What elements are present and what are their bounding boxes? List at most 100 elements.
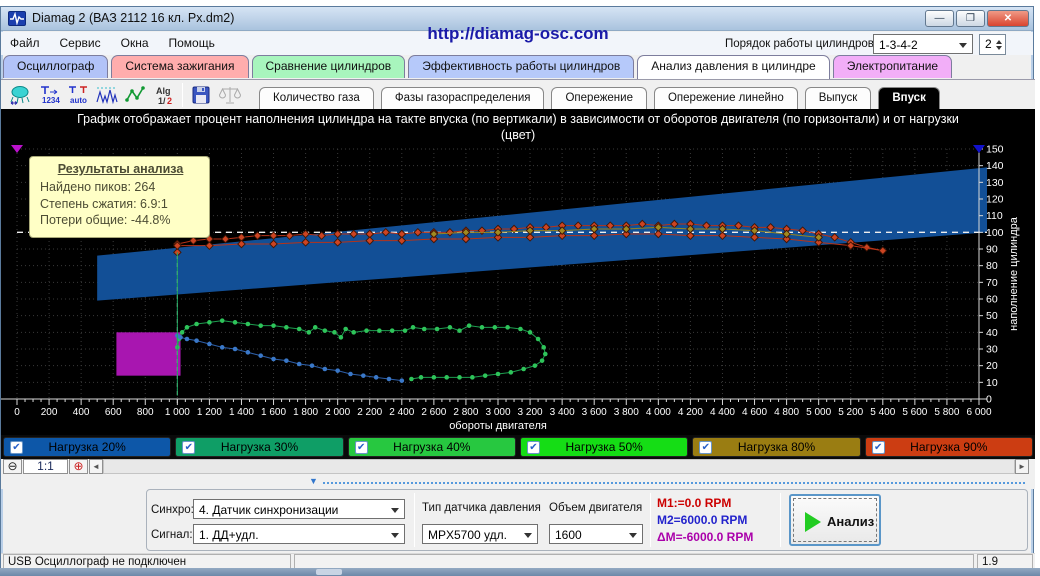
scroll-right-button[interactable]: ► (1015, 459, 1029, 474)
menu-item-0[interactable]: Файл (10, 36, 40, 55)
svg-text:20: 20 (986, 360, 998, 372)
svg-text:2 000: 2 000 (325, 407, 350, 418)
menu-item-1[interactable]: Сервис (60, 36, 101, 55)
marker-m2-readout: M2=6000.0 RPM (657, 513, 748, 527)
svg-text:2 200: 2 200 (357, 407, 382, 418)
subtab-1[interactable]: Фазы газораспределения (380, 87, 545, 110)
sync-value: 4. Датчик синхронизации (199, 503, 339, 517)
marker-m1-readout: M1:=0.0 RPM (657, 496, 732, 510)
svg-text:5 400: 5 400 (870, 407, 895, 418)
save-icon[interactable] (186, 82, 215, 107)
waveform-icon[interactable] (92, 82, 121, 107)
marker-m2-triangle[interactable] (973, 145, 985, 153)
zoom-in-button[interactable]: ⊕ (69, 459, 88, 474)
svg-text:2 400: 2 400 (389, 407, 414, 418)
pressure-sensor-label: Тип датчика давления (422, 502, 541, 514)
svg-text:2 600: 2 600 (421, 407, 446, 418)
svg-text:10: 10 (986, 377, 998, 389)
restore-button[interactable]: ❐ (956, 10, 985, 27)
scroll-left-button[interactable]: ◄ (89, 459, 103, 474)
app-window: Diamag 2 (ВАЗ 2112 16 кл. Px.dm2) — ❐ ✕ … (0, 6, 1035, 569)
svg-text:600: 600 (105, 407, 122, 418)
tab-4[interactable]: Анализ давления в цилиндре (637, 55, 830, 79)
tooltip-losses: Потери общие: -44.8% (40, 213, 171, 227)
minimize-button[interactable]: — (925, 10, 954, 27)
subtab-3[interactable]: Опережение линейно (653, 87, 798, 110)
cylinder-order-value: 1-3-4-2 (879, 38, 918, 52)
pressure-chart[interactable]: 0 200 400 600 800 1 000 1 200 1 400 1 600 1 800 2 … (1, 143, 1035, 435)
marker-slider-track[interactable] (323, 482, 1025, 484)
svg-text:5 800: 5 800 (934, 407, 959, 418)
legend-chip-1[interactable]: ✔ Нагрузка 30% (175, 437, 344, 457)
svg-text:70: 70 (986, 277, 998, 289)
sync-label: Синхро: (151, 504, 194, 516)
chevron-down-icon (391, 533, 399, 542)
zoom-out-button[interactable]: ⊖ (3, 459, 22, 474)
subtab-5[interactable]: Впуск (878, 87, 940, 110)
subtab-4[interactable]: Выпуск (804, 87, 872, 110)
legend-chip-2[interactable]: ✔ Нагрузка 40% (347, 437, 516, 457)
signal-value: 1. ДД+удл. (199, 528, 259, 542)
load-20-band (97, 167, 988, 301)
tab-2[interactable]: Сравнение цилиндров (251, 55, 406, 78)
signal-graph-icon[interactable] (121, 82, 150, 107)
marker-slider-thumb[interactable]: ▼ (309, 476, 318, 486)
status-version: 1.9 (977, 554, 1033, 569)
spin-down-icon[interactable] (995, 46, 1002, 53)
alg-icon[interactable]: Alg 1/2 (150, 82, 179, 107)
window-title: Diamag 2 (ВАЗ 2112 16 кл. Px.dm2) (32, 11, 235, 25)
legend-chip-0[interactable]: ✔ Нагрузка 20% (3, 437, 172, 457)
svg-text:60: 60 (986, 294, 998, 306)
scales-icon[interactable] (215, 82, 244, 107)
svg-text:30: 30 (986, 344, 998, 356)
menu-item-3[interactable]: Помощь (169, 36, 215, 55)
legend-chip-5[interactable]: ✔ Нагрузка 90% (864, 437, 1033, 457)
signal-select[interactable]: 1. ДД+удл. (193, 524, 405, 544)
cylinder-order-label: Порядок работы цилиндров (725, 38, 874, 50)
svg-text:auto: auto (70, 96, 87, 105)
subtab-0[interactable]: Количество газа (259, 87, 374, 110)
svg-text:40: 40 (986, 327, 998, 339)
menu-item-2[interactable]: Окна (121, 36, 149, 55)
svg-text:2: 2 (167, 96, 172, 106)
svg-text:800: 800 (137, 407, 154, 418)
engine-volume-select[interactable]: 1600 (549, 524, 643, 544)
taskbar-button[interactable] (316, 569, 342, 575)
auto-sync-icon[interactable]: auto (63, 82, 92, 107)
legend-label-2: Нагрузка 40% (393, 440, 471, 454)
svg-text:200: 200 (41, 407, 58, 418)
svg-text:6 000: 6 000 (966, 407, 991, 418)
tab-5[interactable]: Электропитание (832, 55, 953, 78)
tab-1[interactable]: Система зажигания (111, 55, 249, 78)
svg-text:0: 0 (14, 407, 20, 418)
selection-rect (116, 332, 181, 376)
subtab-2[interactable]: Опережение (551, 87, 647, 110)
scrollbar-track[interactable] (103, 459, 1015, 474)
tooltip-compression: Степень сжатия: 6.9:1 (40, 196, 168, 211)
svg-text:1 800: 1 800 (293, 407, 318, 418)
legend-chip-3[interactable]: ✔ Нагрузка 50% (519, 437, 689, 457)
pressure-sensor-select[interactable]: MPX5700 удл. (422, 524, 538, 544)
tooltip-title: Результаты анализа (57, 162, 184, 176)
svg-text:150: 150 (986, 144, 1004, 156)
sensor-icon[interactable] (5, 82, 34, 107)
description-line2: (цвет) (500, 128, 536, 142)
spin-up-icon[interactable] (995, 37, 1002, 44)
signal-label: Сигнал: (151, 529, 193, 541)
scale-indicator: 1:1 (23, 459, 68, 474)
group-separator (414, 493, 415, 547)
channel-spinner[interactable]: 2 (979, 34, 1006, 55)
close-button[interactable]: ✕ (987, 10, 1029, 27)
tab-3[interactable]: Эффективность работы цилиндров (408, 55, 635, 78)
svg-text:5 600: 5 600 (902, 407, 927, 418)
tab-0[interactable]: Осциллограф (3, 55, 109, 78)
sync-select[interactable]: 4. Датчик синхронизации (193, 499, 405, 519)
cylinder-numbering-icon[interactable]: 1234 (34, 82, 63, 107)
analyze-button[interactable]: Анализ (789, 494, 881, 546)
cylinder-order-select[interactable]: 1-3-4-2 (873, 34, 973, 54)
group-separator (780, 493, 781, 547)
legend-chip-4[interactable]: ✔ Нагрузка 80% (692, 437, 861, 457)
x-axis-label: обороты двигателя (449, 420, 547, 432)
svg-text:1 000: 1 000 (165, 407, 190, 418)
chevron-down-icon (629, 533, 637, 542)
